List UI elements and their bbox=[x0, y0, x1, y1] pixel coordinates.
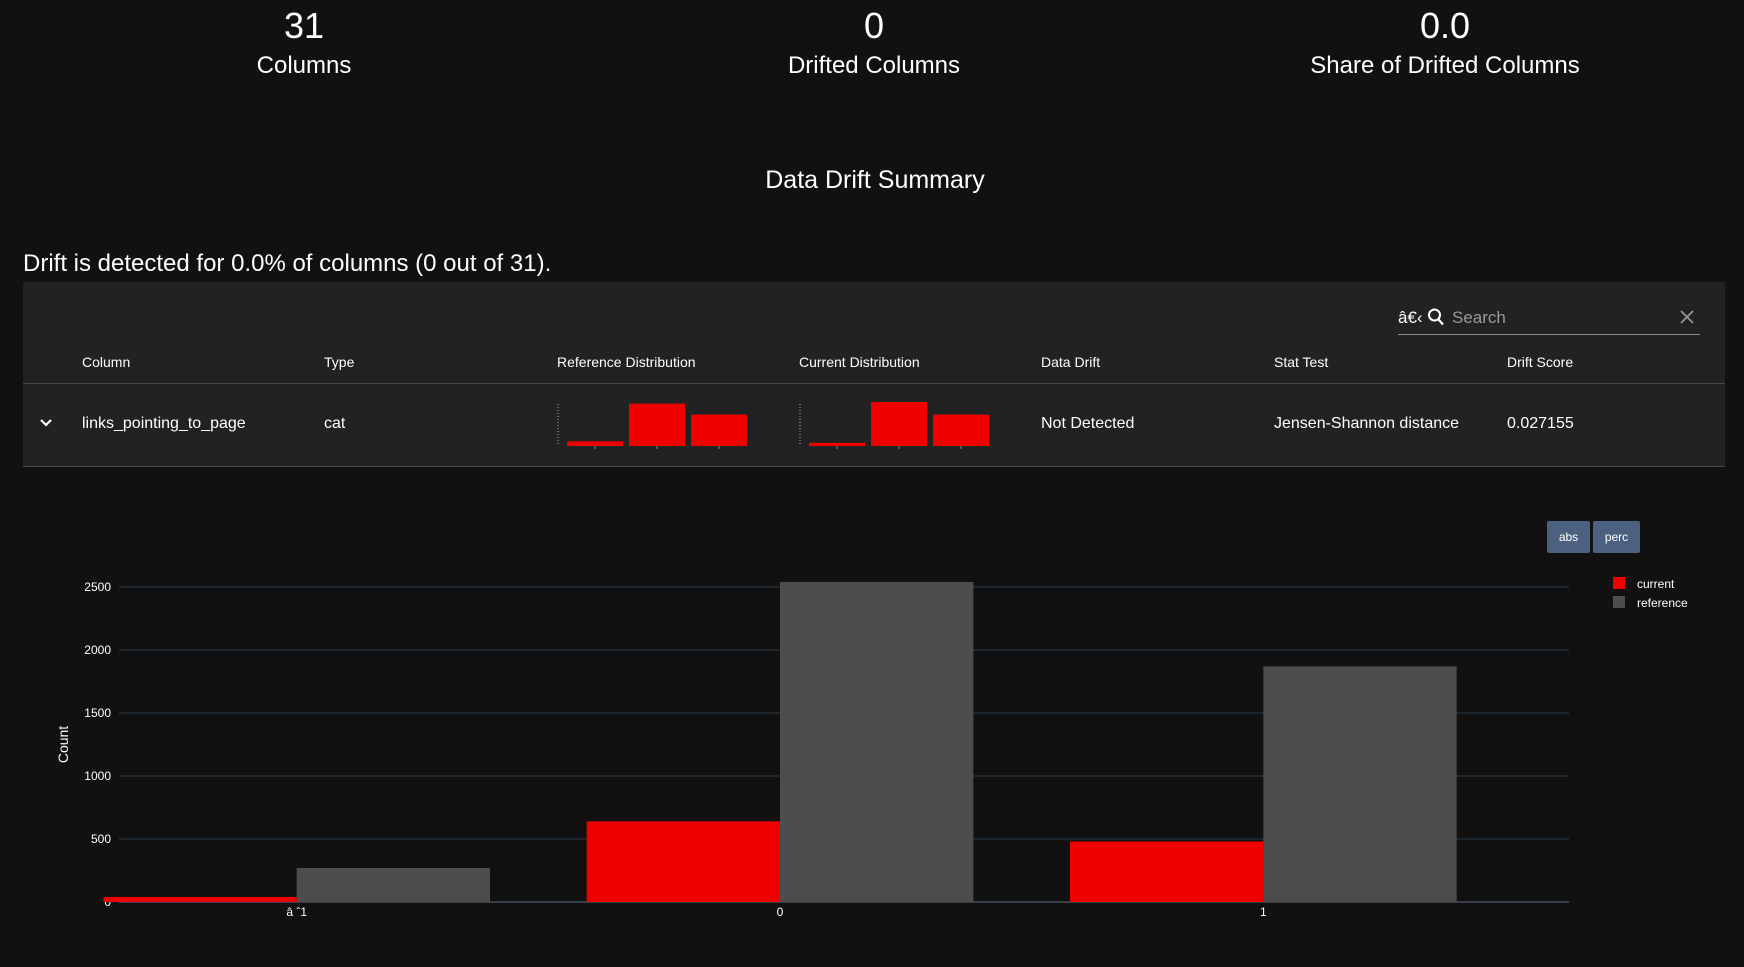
header-stat-test[interactable]: Stat Test bbox=[1274, 354, 1328, 370]
sparkline-bar bbox=[567, 441, 623, 446]
bar-current bbox=[586, 821, 780, 902]
drift-table: â€‹ Column Type Reference Distribution C… bbox=[23, 282, 1725, 967]
sparkline-bar bbox=[629, 403, 685, 446]
bar-reference bbox=[780, 581, 974, 902]
drift-summary-text: Drift is detected for 0.0% of columns (0… bbox=[23, 250, 552, 277]
metric-value: 31 bbox=[283, 5, 325, 46]
header-reference-distribution: Reference Distribution bbox=[557, 354, 696, 370]
bar-current bbox=[1070, 841, 1264, 902]
sparkline-bar bbox=[933, 414, 989, 446]
x-tick-label: â ˆ1 bbox=[286, 905, 307, 919]
section-title: Data Drift Summary bbox=[765, 166, 985, 194]
search-box[interactable]: â€‹ bbox=[1398, 302, 1700, 335]
header-drift-score[interactable]: Drift Score bbox=[1507, 354, 1573, 370]
cell-column: links_pointing_to_page bbox=[82, 415, 246, 432]
y-tick-label: 2500 bbox=[84, 580, 111, 594]
cell-type: cat bbox=[324, 415, 346, 432]
current-distribution-sparkline bbox=[799, 402, 989, 449]
metric-label: Drifted Columns bbox=[787, 52, 961, 79]
metric-label: Share of Drifted Columns bbox=[1310, 52, 1580, 79]
y-tick-label: 500 bbox=[91, 832, 111, 846]
legend-label[interactable]: current bbox=[1637, 577, 1675, 591]
y-tick-label: 1000 bbox=[84, 769, 111, 783]
header-type[interactable]: Type bbox=[324, 354, 354, 370]
metric-share-drifted: 0.0 Share of Drifted Columns bbox=[1235, 0, 1655, 84]
distribution-bar-chart: 05001000150020002500Countâ ˆ101currentre… bbox=[55, 577, 1688, 919]
metric-drifted-columns: 0 Drifted Columns bbox=[664, 0, 1084, 84]
bar-reference bbox=[1263, 666, 1457, 902]
search-input[interactable] bbox=[1450, 304, 1674, 332]
metric-value: 0.0 bbox=[1419, 5, 1471, 46]
header-current-distribution: Current Distribution bbox=[799, 354, 920, 370]
x-tick-label: 1 bbox=[1260, 905, 1267, 919]
cell-data-drift: Not Detected bbox=[1041, 415, 1135, 432]
search-prefix: â€‹ bbox=[1398, 308, 1423, 327]
row-detail-panel: abs perc 05001000150020002500Countâ ˆ101… bbox=[23, 467, 1725, 967]
bar-reference bbox=[296, 867, 490, 902]
sparkline-bar bbox=[691, 414, 747, 446]
legend-swatch[interactable] bbox=[1613, 577, 1625, 589]
sparkline-bar bbox=[809, 442, 865, 446]
header-column[interactable]: Column bbox=[82, 354, 130, 370]
y-axis-label: Count bbox=[55, 726, 71, 763]
y-tick-label: 1500 bbox=[84, 706, 111, 720]
table-row[interactable]: links_pointing_to_page cat Not Detected … bbox=[23, 384, 1725, 467]
sparkline-bar bbox=[871, 402, 927, 446]
reference-distribution-sparkline bbox=[557, 403, 747, 449]
metrics-row: 31 Columns 0 Drifted Columns 0.0 Share o… bbox=[0, 0, 1744, 100]
header-data-drift[interactable]: Data Drift bbox=[1041, 354, 1100, 370]
x-tick-label: 0 bbox=[777, 905, 784, 919]
bar-current bbox=[103, 896, 297, 902]
chevron-down-icon[interactable] bbox=[37, 414, 55, 432]
metric-label: Columns bbox=[256, 52, 352, 79]
table-header: Column Type Reference Distribution Curre… bbox=[23, 354, 1725, 384]
metric-columns: 31 Columns bbox=[94, 0, 514, 84]
y-tick-label: 2000 bbox=[84, 643, 111, 657]
legend-label[interactable]: reference bbox=[1637, 596, 1688, 610]
legend-swatch[interactable] bbox=[1613, 596, 1625, 608]
close-icon[interactable] bbox=[1678, 308, 1696, 326]
cell-stat-test: Jensen-Shannon distance bbox=[1274, 415, 1460, 432]
metric-value: 0 bbox=[863, 5, 885, 46]
cell-drift-score: 0.027155 bbox=[1507, 415, 1574, 432]
search-icon bbox=[1428, 308, 1444, 326]
